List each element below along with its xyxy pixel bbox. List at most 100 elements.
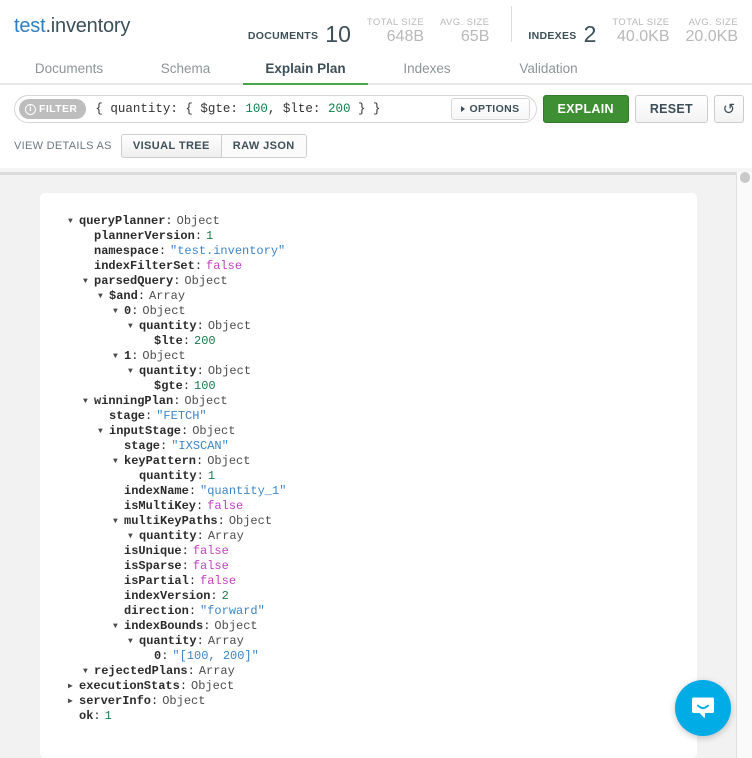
json-key: quantity <box>139 319 197 334</box>
json-row: 0: Object <box>68 304 679 319</box>
json-value: "forward" <box>200 604 265 619</box>
view-mode-visual-tree[interactable]: VISUAL TREE <box>122 135 222 157</box>
caret-down-icon[interactable] <box>128 323 139 331</box>
json-colon: : <box>93 709 100 724</box>
caret-down-icon[interactable] <box>83 668 94 676</box>
indexes-total-size-value: 40.0KB <box>617 28 669 46</box>
json-row: isPartial: false <box>68 574 679 589</box>
json-colon: : <box>180 679 187 694</box>
json-key: serverInfo <box>79 694 151 709</box>
json-colon: : <box>189 484 196 499</box>
chat-widget-button[interactable] <box>675 680 731 736</box>
tab-schema[interactable]: Schema <box>128 52 243 85</box>
json-key: namespace <box>94 244 159 259</box>
json-colon: : <box>182 544 189 559</box>
caret-down-icon[interactable] <box>128 533 139 541</box>
json-row: rejectedPlans: Array <box>68 664 679 679</box>
raw-json-card: queryPlanner: ObjectplannerVersion: 1nam… <box>40 193 697 758</box>
json-key: indexBounds <box>124 619 203 634</box>
tab-validation[interactable]: Validation <box>486 52 611 85</box>
json-row: inputStage: Object <box>68 424 679 439</box>
query-history-icon[interactable]: ↺ <box>714 95 744 123</box>
options-button[interactable]: OPTIONS <box>451 98 529 120</box>
indexes-count: 2 <box>584 23 597 46</box>
json-colon: : <box>159 244 166 259</box>
caret-down-icon[interactable] <box>83 278 94 286</box>
caret-down-icon[interactable] <box>113 308 124 316</box>
json-colon: : <box>151 694 158 709</box>
caret-down-icon[interactable] <box>113 353 124 361</box>
documents-stats: DOCUMENTS 10 TOTAL SIZE 648B AVG. SIZE 6… <box>248 17 489 46</box>
caret-right-icon[interactable] <box>68 698 79 706</box>
json-key: parsedQuery <box>94 274 173 289</box>
caret-down-icon[interactable] <box>128 368 139 376</box>
json-row: $lte: 200 <box>68 334 679 349</box>
tab-indexes[interactable]: Indexes <box>368 52 486 85</box>
scrollbar-thumb[interactable] <box>740 172 750 183</box>
json-row: parsedQuery: Object <box>68 274 679 289</box>
json-colon: : <box>197 469 204 484</box>
caret-down-icon[interactable] <box>113 458 124 466</box>
documents-avg-size-value: 65B <box>461 28 489 46</box>
caret-down-icon[interactable] <box>83 398 94 406</box>
explain-plan-content: queryPlanner: ObjectplannerVersion: 1nam… <box>0 172 752 758</box>
json-key: executionStats <box>79 679 180 694</box>
tab-label: Explain Plan <box>265 61 345 76</box>
tab-documents[interactable]: Documents <box>10 52 128 85</box>
filter-input[interactable]: i FILTER { quantity: { $gte: 100, $lte: … <box>14 95 537 123</box>
filter-query-token: , $lte: <box>268 102 328 116</box>
json-row: quantity: Object <box>68 319 679 334</box>
json-row: plannerVersion: 1 <box>68 229 679 244</box>
json-key: isMultiKey <box>124 499 196 514</box>
json-colon: : <box>173 394 180 409</box>
json-row: indexFilterSet: false <box>68 259 679 274</box>
chat-bubble-icon <box>689 694 717 722</box>
reset-button[interactable]: RESET <box>635 95 708 123</box>
indexes-total-size: TOTAL SIZE 40.0KB <box>612 17 669 46</box>
json-key: isUnique <box>124 544 182 559</box>
json-colon: : <box>183 379 190 394</box>
view-mode-raw-json[interactable]: RAW JSON <box>222 135 306 157</box>
json-key: quantity <box>139 364 197 379</box>
json-key: indexName <box>124 484 189 499</box>
json-colon: : <box>131 304 138 319</box>
json-value: Object <box>184 274 227 289</box>
json-key: isSparse <box>124 559 182 574</box>
json-value: "FETCH" <box>156 409 206 424</box>
json-row: keyPattern: Object <box>68 454 679 469</box>
tab-explain-plan[interactable]: Explain Plan <box>243 52 368 85</box>
json-key: $gte <box>154 379 183 394</box>
caret-right-icon[interactable] <box>68 683 79 691</box>
json-key: ok <box>79 709 93 724</box>
caret-down-icon[interactable] <box>98 428 109 436</box>
json-value: Object <box>214 619 257 634</box>
tab-label: Documents <box>35 61 103 76</box>
caret-down-icon[interactable] <box>113 518 124 526</box>
json-row: quantity: Array <box>68 529 679 544</box>
options-label: OPTIONS <box>469 103 519 115</box>
json-colon: : <box>161 649 168 664</box>
json-value: Object <box>192 424 235 439</box>
filter-query-text[interactable]: { quantity: { $gte: 100, $lte: 200 } } <box>95 102 380 116</box>
json-value: 2 <box>222 589 229 604</box>
json-value: Object <box>229 514 272 529</box>
filter-query-token: { quantity: { $gte: <box>95 102 245 116</box>
caret-down-icon[interactable] <box>98 293 109 301</box>
query-bar: i FILTER { quantity: { $gte: 100, $lte: … <box>0 85 752 132</box>
explain-button[interactable]: EXPLAIN <box>543 95 629 123</box>
json-key: indexFilterSet <box>94 259 195 274</box>
json-value: 200 <box>194 334 216 349</box>
caret-down-icon[interactable] <box>128 638 139 646</box>
content-vertical-scrollbar[interactable] <box>736 172 752 758</box>
caret-down-icon[interactable] <box>68 218 79 226</box>
json-value: Array <box>199 664 235 679</box>
caret-down-icon[interactable] <box>113 623 124 631</box>
json-value: "[100, 200]" <box>172 649 258 664</box>
json-row: 1: Object <box>68 349 679 364</box>
json-key: multiKeyPaths <box>124 514 218 529</box>
documents-avg-size-label: AVG. SIZE <box>440 17 489 28</box>
json-colon: : <box>197 634 204 649</box>
indexes-total-size-label: TOTAL SIZE <box>612 17 669 28</box>
json-row: 0: "[100, 200]" <box>68 649 679 664</box>
caret-right-icon <box>461 106 465 112</box>
